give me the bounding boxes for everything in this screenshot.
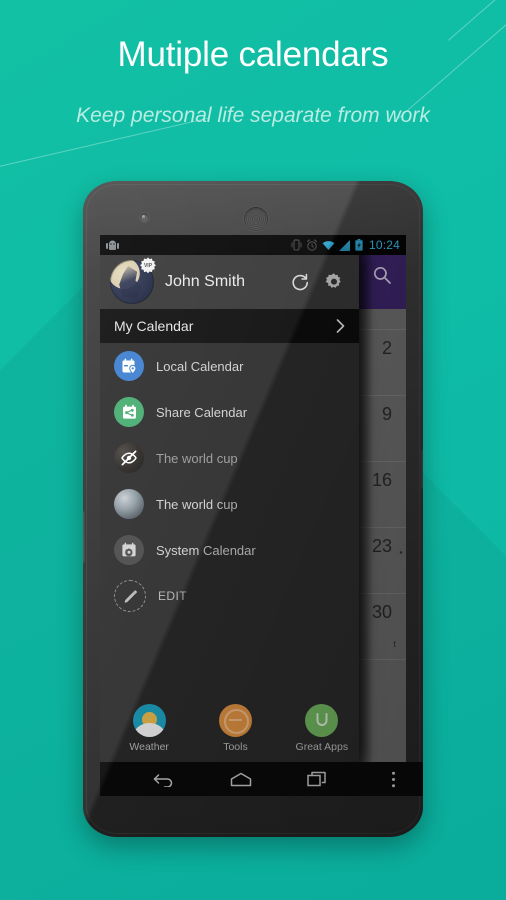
weather-icon (132, 703, 166, 737)
app-shortcut-great-apps[interactable]: Great Apps (287, 703, 357, 753)
power-button[interactable] (421, 449, 423, 489)
drawer-section-my-calendar[interactable]: My Calendar (100, 309, 359, 343)
phone-screen: 10:24 emo Sat 2 9 (100, 235, 406, 762)
drawer-item-world-cup-hidden[interactable]: The world cup (100, 435, 359, 481)
calendar-gear-icon (114, 535, 144, 565)
chevron-right-icon (336, 319, 345, 333)
promo-headline: Mutiple calendars (117, 35, 389, 74)
vip-badge: VIP (139, 257, 157, 275)
lock-icon (394, 542, 406, 563)
earpiece-speaker-icon (244, 207, 268, 231)
alarm-icon (306, 239, 317, 251)
drawer-item-label: The world cup (156, 450, 238, 466)
sun-glyph (141, 711, 157, 727)
drawer-item-label: Share Calendar (156, 404, 248, 420)
drawer-item-label: EDIT (158, 589, 187, 603)
calendar-date-cell: 2 (381, 338, 392, 358)
calendar-share-icon (114, 397, 144, 427)
refresh-icon (291, 273, 308, 290)
signal-icon (338, 239, 350, 251)
tools-icon (218, 703, 252, 737)
overflow-menu-icon (392, 771, 396, 787)
android-robot-icon (106, 240, 119, 250)
back-icon (154, 774, 173, 787)
app-shortcut-label: Great Apps (295, 740, 349, 753)
status-bar: 10:24 (100, 235, 406, 255)
drawer-item-local-calendar[interactable]: Local Calendar (100, 343, 359, 389)
phone-device: 10:24 emo Sat 2 9 (83, 181, 423, 837)
calendar-pin-icon (114, 351, 144, 381)
drawer-item-system-calendar[interactable]: System Calendar (100, 527, 406, 573)
drawer-profile-header[interactable]: VIP John Smith (100, 255, 359, 309)
refresh-button[interactable] (283, 265, 317, 299)
wifi-icon (322, 240, 335, 250)
photo-thumb-icon (114, 489, 144, 519)
overflow-menu-button[interactable] (377, 764, 411, 794)
calendar-date-cell: 9 (381, 404, 392, 424)
home-button[interactable] (224, 764, 258, 794)
promo-subheadline: Keep personal life separate from work (76, 104, 430, 127)
battery-charging-icon (355, 239, 363, 251)
vibrate-icon (291, 239, 302, 251)
system-navigation-bar (100, 762, 423, 796)
drawer-scrim-edge (359, 255, 373, 762)
back-button[interactable] (147, 764, 181, 794)
app-shortcut-label: Tools (223, 740, 248, 753)
search-icon (373, 266, 391, 284)
navigation-drawer: VIP John Smith My Calendar Local Calenda… (100, 255, 406, 762)
drawer-item-label: Local Calendar (156, 358, 244, 374)
app-shortcut-label: Weather (129, 740, 169, 753)
search-button[interactable] (372, 265, 392, 290)
status-bar-clock: 10:24 (368, 238, 400, 252)
drawer-item-edit[interactable]: EDIT (100, 573, 359, 619)
recents-button[interactable] (300, 764, 334, 794)
drawer-section-title: My Calendar (114, 318, 194, 334)
calendar-date-cell: 23 (371, 536, 392, 556)
calendar-event-label: t (393, 639, 396, 649)
app-shortcut-tools[interactable]: Tools (200, 703, 270, 753)
drawer-app-shortcuts: Weather Tools Great Apps (100, 694, 371, 762)
front-camera-icon (140, 213, 149, 222)
vip-badge-label: VIP (143, 263, 153, 269)
drawer-item-share-calendar[interactable]: Share Calendar (100, 389, 359, 435)
settings-button[interactable] (317, 265, 351, 299)
calendar-date-cell: 16 (371, 470, 392, 490)
drawer-item-label: System Calendar (156, 542, 256, 558)
photo-thumb-icon (114, 443, 144, 473)
gear-icon (325, 273, 341, 288)
pencil-icon (114, 580, 146, 612)
profile-name: John Smith (165, 273, 246, 290)
eye-off-icon (114, 443, 144, 473)
home-icon (230, 772, 251, 786)
great-apps-icon (305, 703, 339, 737)
volume-button[interactable] (83, 511, 85, 563)
drawer-item-label: The world cup (156, 496, 238, 512)
app-shortcut-weather[interactable]: Weather (114, 703, 184, 753)
recents-icon (307, 771, 326, 787)
promo-screenshot: Mutiple calendars Keep personal life sep… (0, 0, 506, 900)
calendar-date-cell: 30 (371, 602, 392, 622)
drawer-item-world-cup[interactable]: The world cup (100, 481, 359, 527)
avatar[interactable]: VIP (110, 257, 157, 304)
